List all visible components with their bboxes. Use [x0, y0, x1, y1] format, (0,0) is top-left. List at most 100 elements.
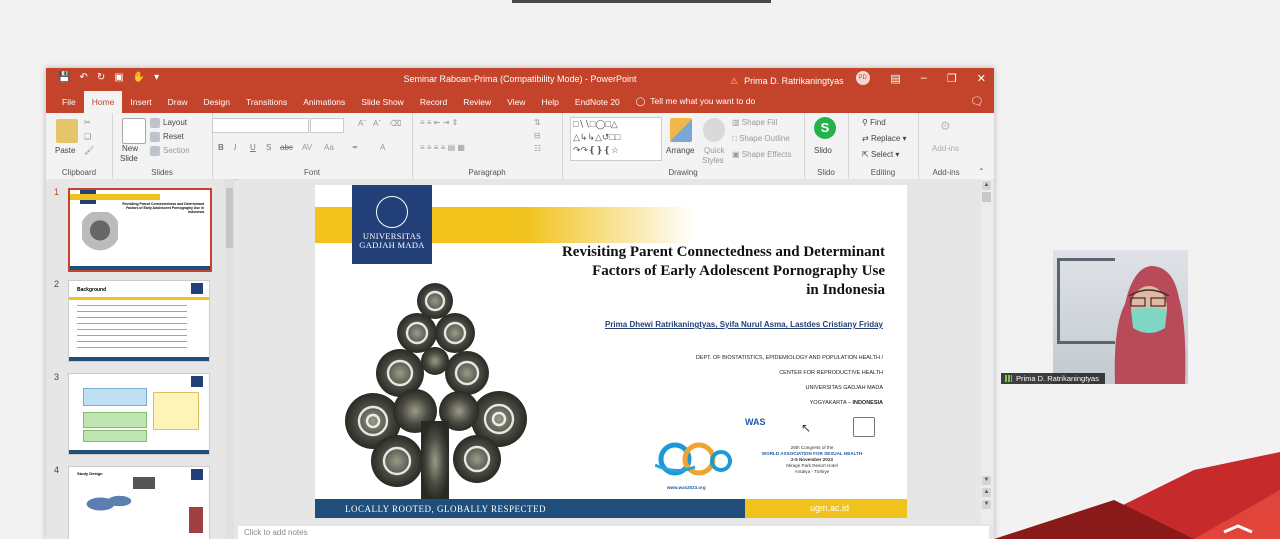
change-case-icon[interactable]: Aa [324, 143, 334, 152]
tab-design[interactable]: Design [196, 97, 238, 113]
ugm-seal-icon [376, 196, 408, 228]
reset-button[interactable]: Reset [150, 132, 184, 142]
font-color-icon[interactable]: A [380, 143, 385, 152]
tab-review[interactable]: Review [455, 97, 499, 113]
italic-button[interactable]: I [234, 143, 236, 152]
tab-draw[interactable]: Draw [160, 97, 196, 113]
slide-thumbnail-2[interactable]: Background [68, 280, 210, 362]
find-button[interactable]: ⚲ Find [862, 118, 886, 127]
next-slide-icon[interactable]: ▼ [982, 500, 991, 509]
slido-icon[interactable]: S [814, 117, 836, 139]
quick-styles-icon[interactable] [703, 118, 725, 142]
copy-icon[interactable]: ❏ [84, 132, 91, 141]
tab-animations[interactable]: Animations [295, 97, 353, 113]
tab-endnote[interactable]: EndNote 20 [567, 97, 628, 113]
text-direction-icon[interactable]: ⇅ [534, 118, 541, 127]
strikethrough-button[interactable]: abc [280, 143, 293, 152]
slide-thumbnail-1[interactable]: Revisiting Parent Connectedness and Dete… [68, 188, 212, 272]
tell-me-search[interactable]: ◯ Tell me what you want to do [628, 96, 763, 113]
notes-pane[interactable]: Click to add notes [238, 526, 989, 539]
char-spacing-icon[interactable]: AV [302, 143, 312, 152]
shape-fill-button[interactable]: ▥ Shape Fill [732, 118, 777, 127]
paragraph-label: Paragraph [468, 168, 506, 177]
select-button[interactable]: ⇱ Select ▾ [862, 150, 899, 159]
highlight-icon[interactable]: ✒ [352, 143, 359, 152]
comments-icon[interactable]: 🗨 [970, 95, 984, 108]
scroll-up-icon[interactable]: ▲ [982, 181, 991, 190]
slide-thumbnail-3[interactable] [68, 373, 210, 455]
slido-button[interactable]: Slido [814, 146, 832, 155]
smartart-icon[interactable]: ☷ [534, 144, 541, 153]
thumbnail-number: 2 [54, 279, 60, 289]
shape-outline-button[interactable]: □ Shape Outline [732, 134, 790, 143]
tab-help[interactable]: Help [533, 97, 566, 113]
thumb-map [79, 489, 133, 519]
bullets-icon[interactable]: ≡ ≡ ⇤ ⇥ ⇕ [420, 118, 458, 127]
slido-group: S Slido Slido [804, 113, 849, 179]
font-size-combo[interactable] [310, 118, 344, 133]
scrollbar-thumb[interactable] [226, 188, 233, 248]
increase-font-icon[interactable]: Aˆ [358, 119, 366, 128]
tab-record[interactable]: Record [412, 97, 455, 113]
bold-button[interactable]: B [218, 143, 224, 152]
tell-me-label: Tell me what you want to do [650, 96, 756, 106]
slide-affiliation[interactable]: DEPT. OF BIOSTATISTICS, EPIDEMIOLOGY AND… [696, 351, 883, 411]
cut-icon[interactable]: ✂ [84, 118, 91, 127]
addins-icon[interactable]: ⚙ [940, 119, 951, 133]
tab-view[interactable]: View [499, 97, 533, 113]
shapes-gallery[interactable]: □∖∖□◯□△ △↳↳△↺□□ ↷↷❴❵❴☆ [570, 117, 662, 161]
previous-slide-icon[interactable]: ▲ [982, 488, 991, 497]
slide-canvas[interactable]: UNIVERSITAS GADJAH MADA Revisiting Paren… [315, 185, 907, 518]
tab-home[interactable]: Home [83, 91, 123, 113]
slide-authors[interactable]: Prima Dhewi Ratrikaningtyas, Syifa Nurul… [605, 320, 883, 329]
avatar[interactable]: PD [855, 71, 870, 85]
decrease-font-icon[interactable]: Aˇ [373, 119, 381, 128]
collapse-ribbon-icon[interactable]: ⌃ [978, 167, 985, 176]
shape-effects-button[interactable]: ▣ Shape Effects [732, 150, 791, 159]
thumbnail-pane-scrollbar[interactable] [225, 179, 234, 539]
font-family-combo[interactable] [212, 118, 309, 133]
thumb-box-blue [83, 388, 147, 406]
slide-footer-bar: LOCALLY ROOTED, GLOBALLY RESPECTED ugm.a… [315, 499, 907, 518]
replace-button[interactable]: ⇄ Replace ▾ [862, 134, 907, 143]
tab-file[interactable]: File [54, 97, 84, 113]
ugm-logo: UNIVERSITAS GADJAH MADA [352, 185, 432, 264]
tab-transitions[interactable]: Transitions [238, 97, 295, 113]
close-icon[interactable]: ✕ [977, 72, 986, 85]
user-account[interactable]: ⚠ Prima D. Ratrikaningtyas PD [730, 71, 870, 88]
arrange-button[interactable]: Arrange [666, 146, 694, 155]
slide-thumbnail-4[interactable]: Study Design [68, 466, 210, 539]
clear-format-icon[interactable]: ⌫ [390, 119, 401, 128]
quick-styles-label-2[interactable]: Styles [702, 156, 724, 165]
layout-button[interactable]: Layout [150, 118, 187, 128]
was-logo-text: WAS [745, 417, 766, 427]
new-slide-label-1[interactable]: New [122, 144, 138, 153]
restore-icon[interactable]: ❐ [947, 72, 957, 85]
affiliation-line-4: YOGYAKARTA – INDONESIA [809, 400, 883, 406]
addins-button[interactable]: Add-ins [932, 144, 959, 153]
format-painter-icon[interactable]: 🖌 [84, 146, 94, 155]
minimize-icon[interactable]: – [921, 72, 927, 85]
quick-styles-label-1[interactable]: Quick [704, 146, 724, 155]
new-slide-label-2[interactable]: Slide [120, 154, 138, 163]
slide-vertical-scrollbar[interactable]: ▲ ▼ ▲ ▼ [981, 179, 993, 524]
section-button[interactable]: Section [150, 146, 190, 156]
webcam-name-label: Prima D. Ratrikaningtyas [1001, 373, 1105, 384]
ribbon-display-icon[interactable]: ▤ [890, 72, 900, 85]
top-indicator-bar [512, 0, 771, 3]
scrollbar-thumb[interactable] [982, 192, 991, 202]
tab-insert[interactable]: Insert [122, 97, 159, 113]
affiliation-line-1: DEPT. OF BIOSTATISTICS, EPIDEMIOLOGY AND… [695, 355, 883, 361]
shadow-button[interactable]: S [266, 143, 271, 152]
slide-title[interactable]: Revisiting Parent Connectedness and Dete… [485, 243, 885, 300]
paste-button[interactable]: Paste [55, 146, 75, 155]
arrange-icon[interactable] [670, 118, 692, 142]
align-text-icon[interactable]: ⊟ [534, 131, 541, 140]
new-slide-icon[interactable] [122, 118, 146, 144]
tab-slide-show[interactable]: Slide Show [353, 97, 412, 113]
paste-icon[interactable] [56, 119, 78, 143]
align-icons[interactable]: ≡ ≡ ≡ ≡ ▤ ▦ [420, 143, 465, 152]
underline-button[interactable]: U [250, 143, 256, 152]
ribbon: Paste ✂ ❏ 🖌 Clipboard New Slide Layout R… [46, 113, 994, 180]
scroll-down-icon[interactable]: ▼ [982, 476, 991, 485]
